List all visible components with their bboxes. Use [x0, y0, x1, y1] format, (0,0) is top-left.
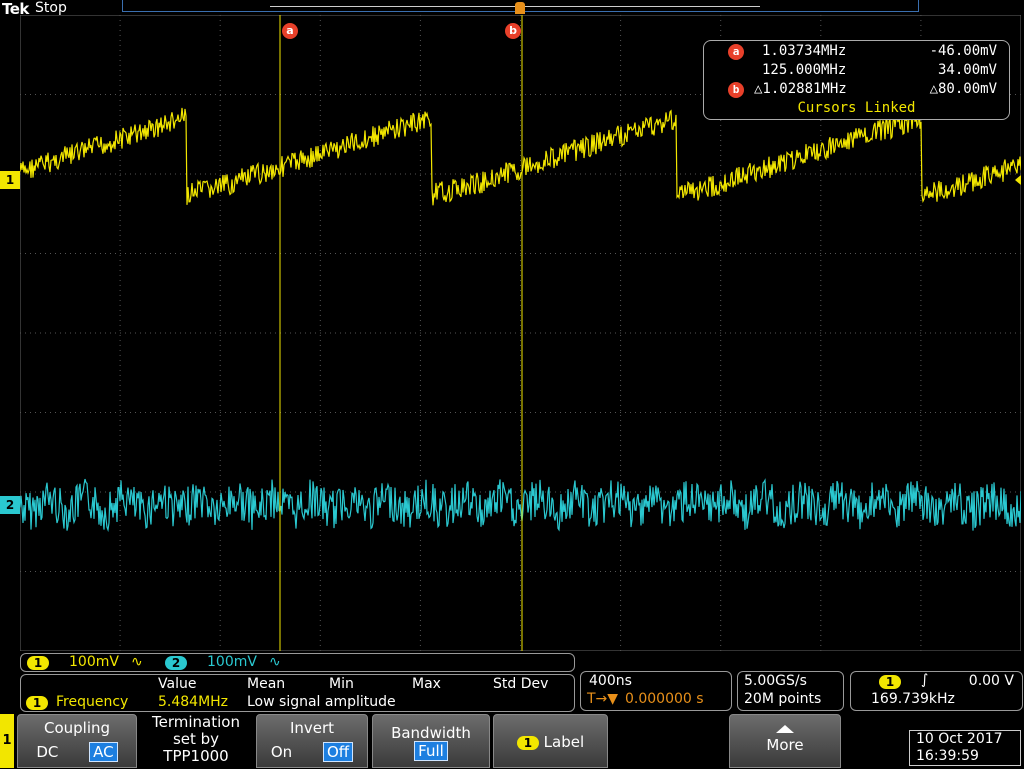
horizontal-scale: 400ns — [589, 673, 632, 689]
time-text: 16:39:59 — [916, 748, 979, 764]
bandwidth-button[interactable]: Bandwidth Full — [372, 714, 490, 768]
cursor-b-badge[interactable]: b — [505, 23, 521, 39]
coupling-ac-option[interactable]: AC — [89, 742, 118, 762]
invert-button[interactable]: Invert On Off — [256, 714, 368, 768]
invert-title: Invert — [289, 719, 335, 737]
trigger-position-icon[interactable] — [515, 2, 525, 14]
meas-value: 5.484MHz — [158, 694, 229, 710]
meas-header-max: Max — [412, 676, 441, 692]
meas-name: Frequency — [56, 694, 129, 710]
ch2-ground-marker[interactable]: 2 — [0, 496, 20, 514]
acquisition-state: Stop — [35, 0, 67, 16]
termination-line1: Termination — [152, 713, 240, 731]
trigger-source-badge: 1 — [879, 675, 901, 689]
meas-header-value: Value — [158, 676, 197, 692]
trigger-frequency: 169.739kHz — [871, 691, 955, 707]
cursor-a-badge[interactable]: a — [282, 23, 298, 39]
ac-coupling-icon-ch2: ∿ — [269, 654, 281, 670]
menu-channel-indicator: 1 — [0, 714, 14, 768]
meas-note: Low signal amplitude — [247, 694, 396, 710]
termination-line3: TPP1000 — [163, 747, 229, 765]
ac-coupling-icon: ∿ — [131, 654, 143, 670]
ch1-ground-marker[interactable]: 1 — [0, 171, 20, 189]
invert-on-option[interactable]: On — [271, 743, 292, 761]
coupling-dc-option[interactable]: DC — [36, 743, 58, 761]
invert-off-option[interactable]: Off — [322, 742, 354, 762]
label-channel-badge: 1 — [516, 735, 539, 750]
cursors-linked-label: Cursors Linked — [797, 100, 916, 116]
bandwidth-title: Bandwidth — [391, 724, 471, 742]
trigger-level: 0.00 V — [968, 673, 1014, 689]
cursor-b-freq: 125.000MHz — [762, 62, 847, 78]
cursor-b-icon: b — [728, 82, 744, 98]
horizontal-delay: 0.000000 s — [625, 691, 704, 707]
meas-header-stddev: Std Dev — [493, 676, 549, 692]
more-button[interactable]: More — [729, 714, 841, 768]
termination-info: Termination set by TPP1000 — [140, 714, 252, 768]
label-button[interactable]: 1 Label — [493, 714, 608, 768]
ch2-scale[interactable]: 100mV — [207, 654, 257, 670]
coupling-title: Coupling — [43, 719, 111, 737]
meas-header-mean: Mean — [247, 676, 286, 692]
up-arrow-icon — [776, 725, 794, 733]
cursor-readout: a 1.03734MHz -46.00mV 125.000MHz 34.00mV… — [703, 40, 1010, 120]
measurement-panel[interactable]: Value Mean Min Max Std Dev 1 Frequency 5… — [20, 674, 575, 712]
trigger-slope-icon: ∫ — [921, 672, 929, 688]
trigger-panel[interactable]: 1 ∫ 0.00 V 169.739kHz — [850, 671, 1023, 711]
acquisition-panel[interactable]: 5.00GS/s 20M points — [737, 671, 844, 711]
meas-header-min: Min — [329, 676, 354, 692]
cursor-b-volt: 34.00mV — [937, 62, 997, 78]
cursor-a-icon: a — [728, 44, 744, 60]
ch2-badge: 2 — [165, 656, 187, 670]
vertical-scale-bar[interactable]: 1 100mV ∿ 2 100mV ∿ — [20, 653, 575, 672]
horizontal-panel[interactable]: 400ns T→▼ 0.000000 s — [580, 671, 732, 711]
bandwidth-value: Full — [414, 741, 448, 761]
date-time[interactable]: 10 Oct 2017 16:39:59 — [909, 730, 1021, 766]
label-title: Label — [543, 733, 585, 751]
more-title: More — [766, 736, 804, 754]
record-length: 20M points — [744, 691, 822, 707]
date-text: 10 Oct 2017 — [916, 731, 1003, 747]
cursor-a-freq: 1.03734MHz — [762, 43, 847, 59]
ch1-scale[interactable]: 100mV — [69, 654, 119, 670]
termination-line2: set by — [172, 730, 220, 748]
sample-rate: 5.00GS/s — [744, 673, 807, 689]
meas-channel-badge: 1 — [26, 696, 48, 710]
coupling-button[interactable]: Coupling DC AC — [17, 714, 137, 768]
cursor-delta-freq: △1.02881MHz — [754, 81, 847, 97]
cursor-delta-volt: △80.00mV — [929, 81, 997, 97]
trigger-delay-icon: T→▼ — [587, 691, 619, 707]
ch1-badge: 1 — [27, 656, 49, 670]
cursor-a-volt: -46.00mV — [929, 43, 997, 59]
